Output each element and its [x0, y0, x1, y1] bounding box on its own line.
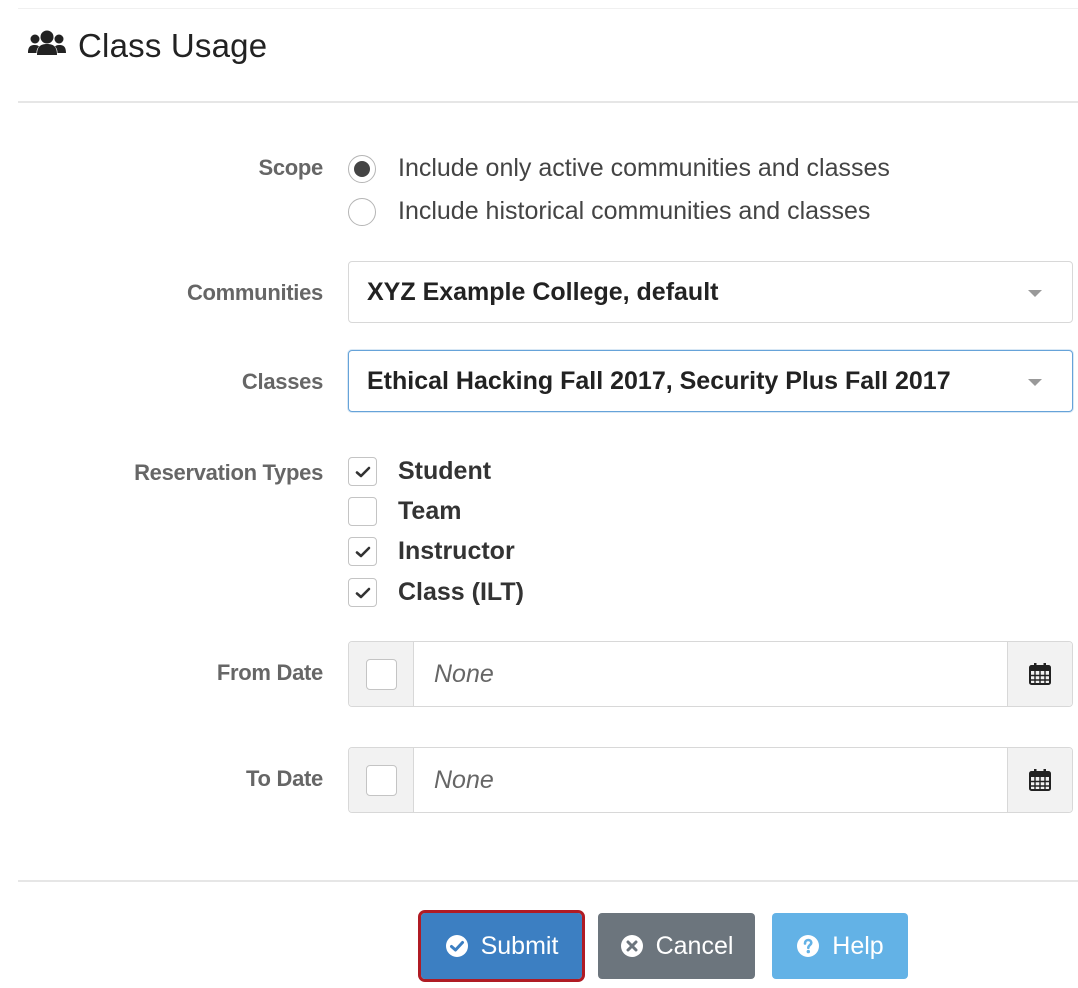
to-date-enable — [349, 748, 414, 812]
radio-button-selected[interactable] — [348, 154, 376, 183]
checkbox-checked[interactable] — [348, 537, 377, 566]
calendar-icon — [1029, 663, 1051, 685]
calendar-icon — [1029, 769, 1051, 791]
checkbox-checked[interactable] — [348, 457, 377, 486]
to-date-enable-checkbox[interactable] — [365, 764, 397, 796]
from-date-enable — [349, 642, 414, 706]
scope-option-historical[interactable]: Include historical communities and class… — [348, 197, 870, 226]
to-date-group: None — [348, 747, 1073, 813]
reservation-type-label: Team — [398, 497, 462, 525]
caret-down-icon — [1028, 379, 1042, 386]
from-date-calendar-button[interactable] — [1007, 642, 1072, 706]
radio-dot — [354, 160, 370, 177]
users-icon — [28, 29, 66, 64]
to-date-calendar-button[interactable] — [1007, 748, 1072, 812]
from-date-placeholder: None — [434, 659, 494, 688]
from-date-label: From Date — [216, 660, 323, 685]
checkbox[interactable] — [348, 497, 377, 526]
classes-select[interactable]: Ethical Hacking Fall 2017, Security Plus… — [348, 350, 1073, 412]
cancel-button[interactable]: Cancel — [598, 913, 755, 979]
caret-down-icon — [1028, 290, 1042, 297]
from-date-enable-checkbox[interactable] — [365, 658, 397, 690]
to-date-label: To Date — [246, 766, 323, 791]
times-circle-icon — [620, 934, 644, 958]
reservation-type-label: Class (ILT) — [398, 578, 524, 606]
reservation-type-team[interactable]: Team — [348, 497, 461, 526]
help-button[interactable]: Help — [772, 913, 908, 979]
from-date-input[interactable]: None — [414, 642, 1007, 706]
check-icon — [355, 587, 370, 598]
communities-value: XYZ Example College, default — [367, 277, 719, 306]
submit-button[interactable]: Submit — [418, 910, 585, 982]
scope-option-label: Include only active communities and clas… — [398, 154, 890, 182]
reservation-type-class-ilt[interactable]: Class (ILT) — [348, 578, 524, 607]
reservation-type-label: Instructor — [398, 537, 515, 565]
checkbox-checked[interactable] — [348, 578, 377, 607]
question-circle-icon — [796, 934, 820, 958]
page-title: Class Usage — [78, 27, 268, 64]
header-divider — [18, 101, 1078, 103]
cancel-label: Cancel — [655, 931, 734, 960]
check-icon — [355, 546, 370, 557]
communities-label: Communities — [186, 280, 323, 305]
footer-divider — [18, 880, 1078, 882]
radio-button[interactable] — [348, 197, 376, 226]
reservation-type-instructor[interactable]: Instructor — [348, 537, 515, 566]
submit-label: Submit — [480, 931, 559, 960]
from-date-group: None — [348, 641, 1073, 707]
reservation-type-label: Student — [398, 457, 492, 485]
scope-label: Scope — [258, 155, 323, 180]
check-circle-icon — [445, 934, 469, 958]
help-label: Help — [832, 931, 884, 960]
communities-select[interactable]: XYZ Example College, default — [348, 261, 1073, 323]
to-date-input[interactable]: None — [414, 748, 1007, 812]
to-date-placeholder: None — [434, 765, 494, 794]
reservation-type-student[interactable]: Student — [348, 457, 491, 486]
classes-label: Classes — [241, 369, 323, 394]
scope-option-active[interactable]: Include only active communities and clas… — [348, 154, 890, 183]
check-icon — [355, 466, 370, 477]
scope-option-label: Include historical communities and class… — [398, 197, 871, 225]
reservation-types-label: Reservation Types — [134, 460, 323, 485]
top-border — [18, 8, 1078, 9]
page-header: Class Usage — [28, 24, 267, 68]
classes-value: Ethical Hacking Fall 2017, Security Plus… — [367, 366, 951, 395]
